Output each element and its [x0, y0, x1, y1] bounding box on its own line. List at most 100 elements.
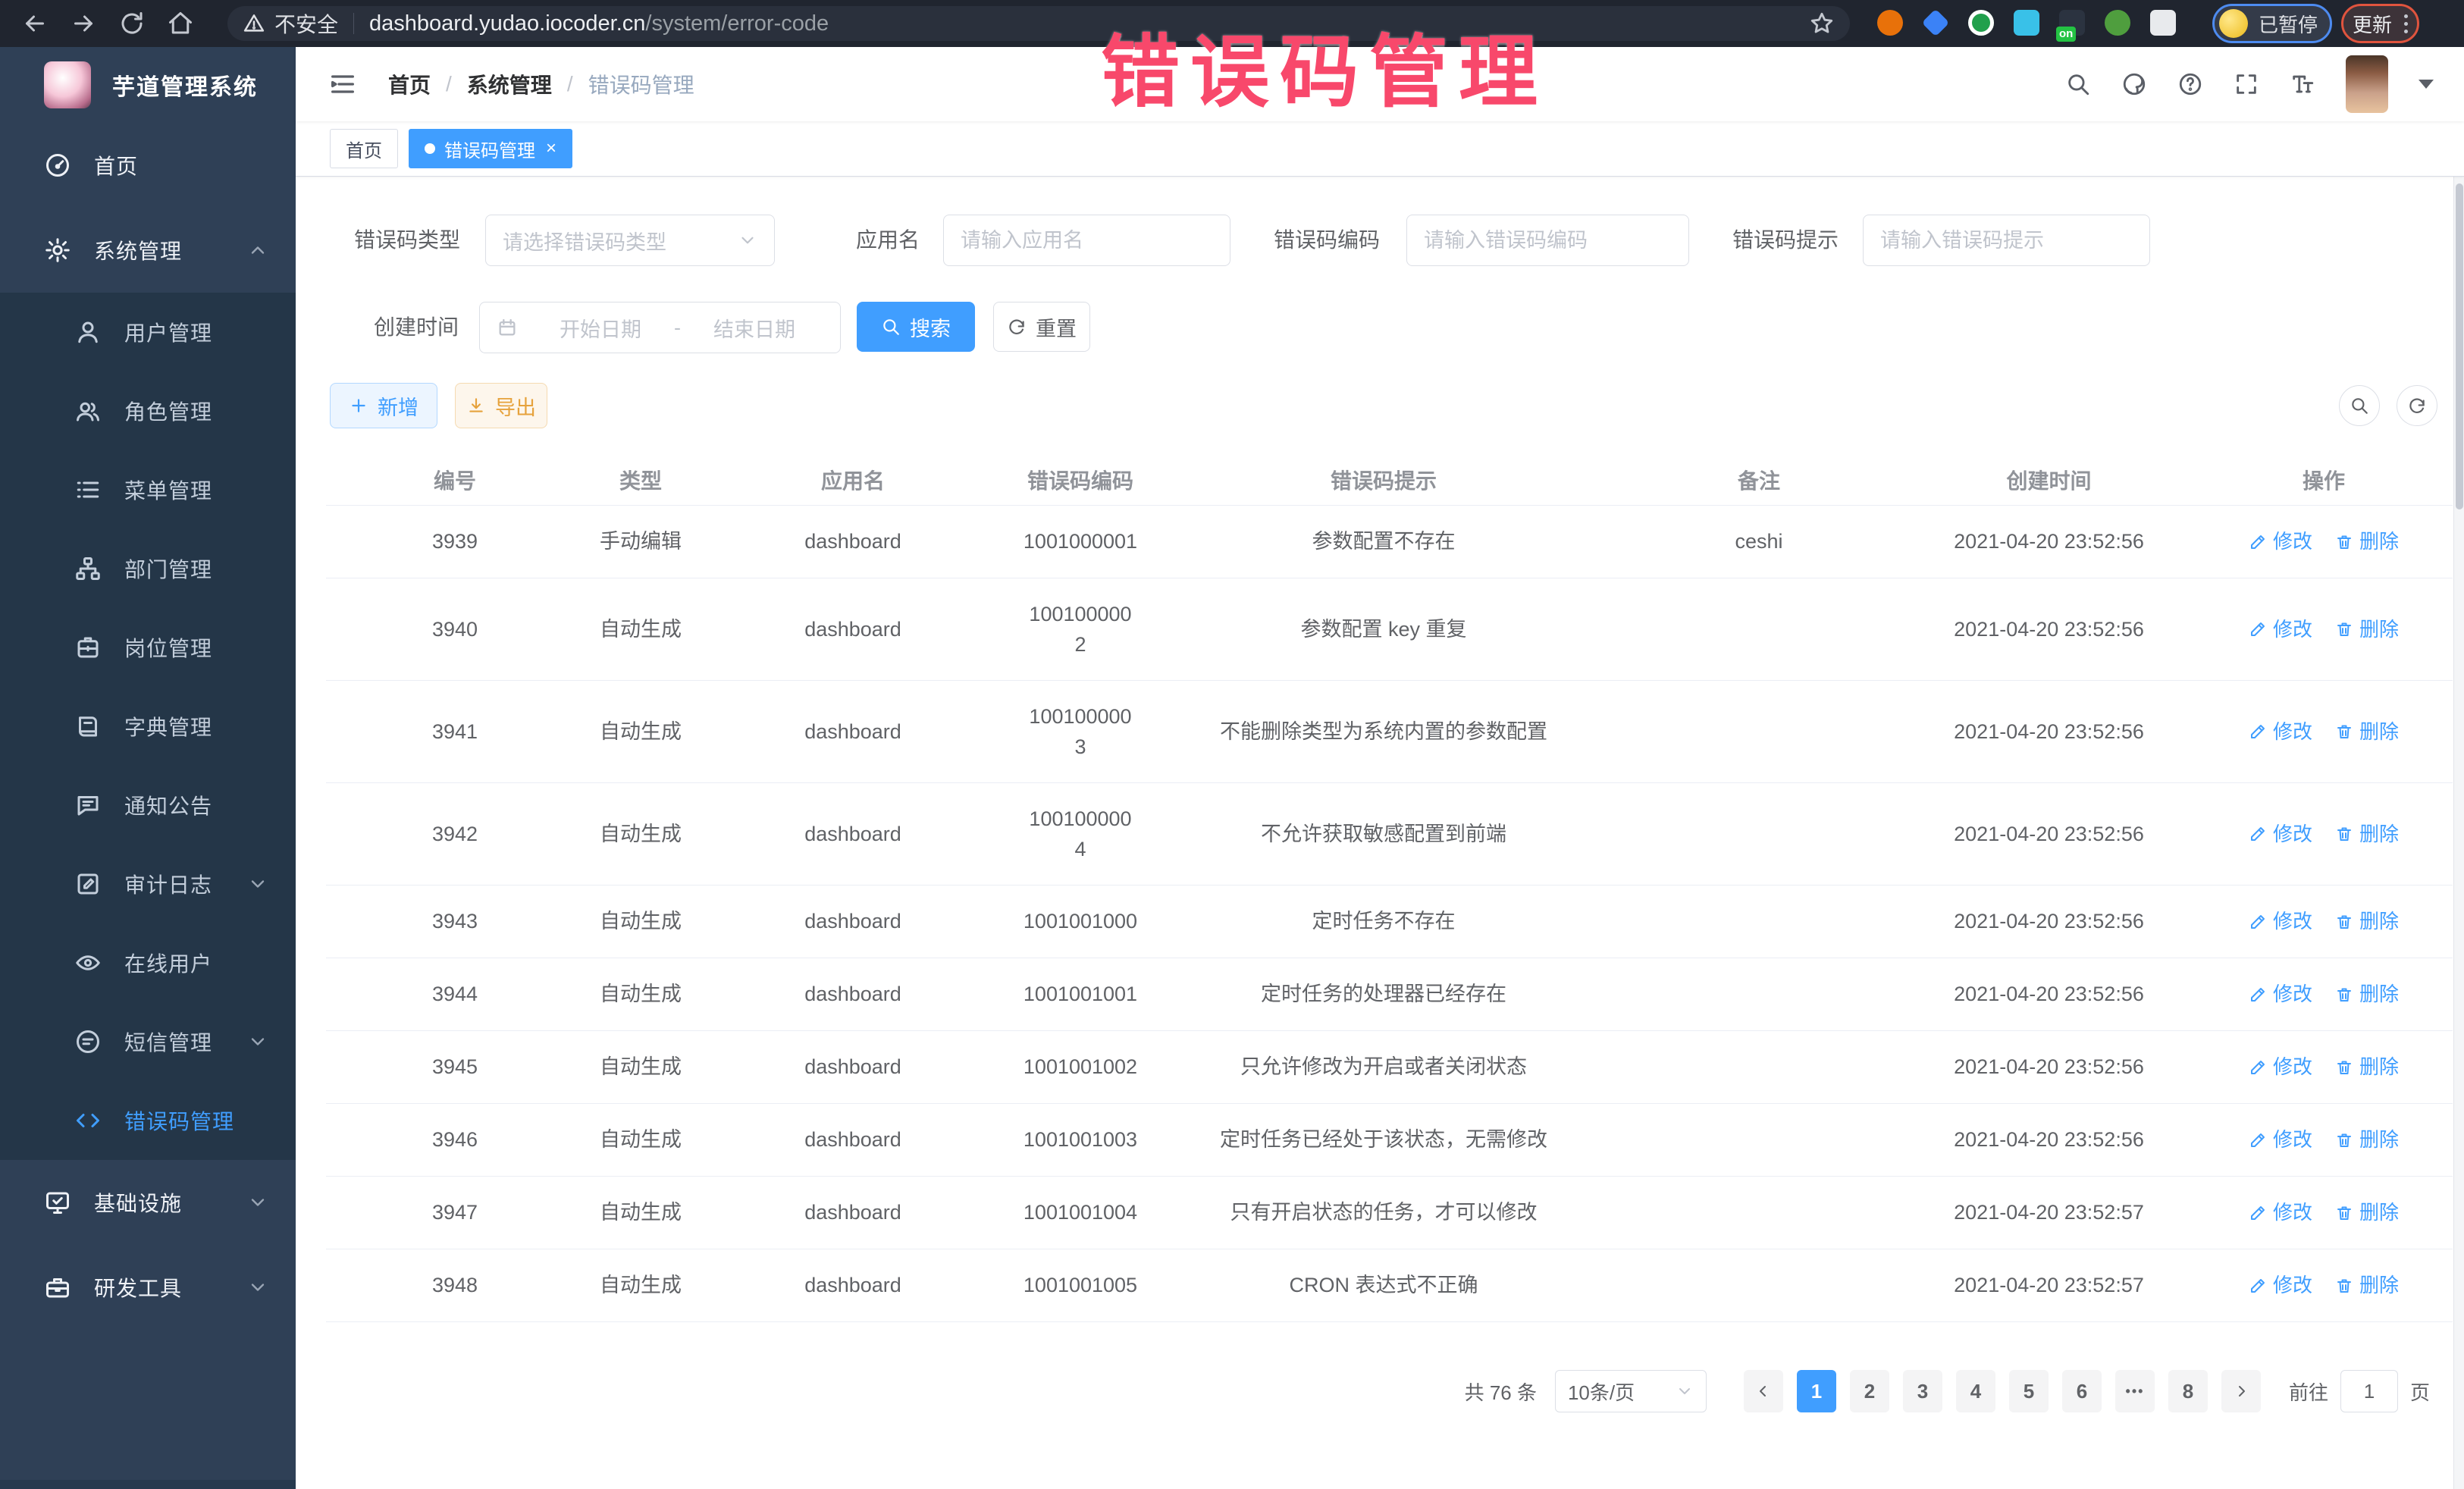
cell-remark	[1615, 914, 1903, 929]
edit-link[interactable]: 修改	[2249, 615, 2312, 644]
sidebar-item-online-user[interactable]: 在线用户	[0, 923, 296, 1002]
page-size-select[interactable]: 10条/页	[1555, 1370, 1707, 1412]
more-pages-button[interactable]: •••	[2115, 1370, 2155, 1412]
address-bar[interactable]: 不安全 dashboard.yudao.iocoder.cn/system/er…	[227, 6, 1850, 41]
github-icon[interactable]	[2121, 71, 2147, 97]
search-icon[interactable]	[2065, 71, 2091, 97]
sidebar-item-user[interactable]: 用户管理	[0, 293, 296, 371]
scrollbar-thumb[interactable]	[2456, 183, 2463, 509]
delete-link[interactable]: 删除	[2335, 717, 2399, 747]
extension-on-badge-icon[interactable]: on	[2059, 10, 2085, 36]
caret-down-icon[interactable]	[2419, 80, 2434, 89]
add-button[interactable]: 新增	[330, 383, 437, 428]
cell-code: 1001001003	[1008, 1117, 1152, 1163]
column-header: 编号	[326, 465, 584, 495]
search-button[interactable]: 搜索	[857, 302, 975, 352]
breadcrumb-system[interactable]: 系统管理	[467, 69, 552, 99]
update-button[interactable]: 更新	[2341, 4, 2419, 43]
error-type-select[interactable]: 请选择错误码类型	[485, 215, 775, 266]
delete-link[interactable]: 删除	[2335, 980, 2399, 1009]
sidebar-item-sms[interactable]: 短信管理	[0, 1002, 296, 1081]
extension-orange-icon[interactable]	[1877, 10, 1903, 36]
font-size-icon[interactable]	[2290, 71, 2315, 97]
next-page-button[interactable]	[2221, 1370, 2261, 1412]
page-scrollbar[interactable]	[2453, 47, 2464, 1489]
extension-puzzle-icon[interactable]	[2150, 10, 2176, 36]
hamburger-icon[interactable]	[328, 69, 358, 99]
sidebar-item-infra[interactable]: 基础设施	[0, 1160, 296, 1245]
help-icon[interactable]	[2177, 71, 2203, 97]
edit-link[interactable]: 修改	[2249, 717, 2312, 747]
sidebar-item-menu[interactable]: 菜单管理	[0, 450, 296, 529]
forward-icon[interactable]	[70, 10, 97, 37]
goto-label: 前往	[2289, 1378, 2328, 1406]
delete-link[interactable]: 删除	[2335, 820, 2399, 849]
edit-link[interactable]: 修改	[2249, 527, 2312, 556]
delete-link[interactable]: 删除	[2335, 527, 2399, 556]
cell-hint: 只有开启状态的任务，才可以修改	[1152, 1190, 1615, 1236]
breadcrumb-current: 错误码管理	[588, 69, 694, 99]
sidebar-item-audit-log[interactable]: 审计日志	[0, 845, 296, 923]
extension-gem-icon[interactable]	[1922, 9, 1950, 37]
sidebar-item-post[interactable]: 岗位管理	[0, 608, 296, 687]
delete-link[interactable]: 删除	[2335, 1271, 2399, 1300]
delete-link[interactable]: 删除	[2335, 1198, 2399, 1227]
page-button-1[interactable]: 1	[1797, 1370, 1836, 1412]
delete-link[interactable]: 删除	[2335, 1125, 2399, 1155]
logo-row[interactable]: 芋道管理系统	[0, 47, 296, 123]
extension-green-icon[interactable]	[1968, 10, 1994, 36]
error-code-input[interactable]	[1406, 215, 1689, 266]
date-range-picker[interactable]: 开始日期 - 结束日期	[479, 302, 841, 353]
reset-button[interactable]: 重置	[993, 302, 1090, 352]
extension-grid-icon[interactable]	[2014, 10, 2039, 36]
create-time-label: 创建时间	[309, 302, 459, 353]
export-button[interactable]: 导出	[455, 383, 547, 428]
app-name-input[interactable]	[943, 215, 1230, 266]
url-host: dashboard.yudao.iocoder.cn	[369, 11, 645, 36]
delete-link[interactable]: 删除	[2335, 615, 2399, 644]
back-icon[interactable]	[21, 10, 49, 37]
extension-bot-icon[interactable]	[2105, 10, 2130, 36]
close-tag-icon[interactable]: ×	[546, 139, 556, 158]
fullscreen-icon[interactable]	[2234, 71, 2259, 97]
page-button-4[interactable]: 4	[1956, 1370, 1995, 1412]
edit-link[interactable]: 修改	[2249, 907, 2312, 936]
sidebar-item-system[interactable]: 系统管理	[0, 208, 296, 293]
sidebar-item-devtools[interactable]: 研发工具	[0, 1245, 296, 1330]
edit-link[interactable]: 修改	[2249, 1052, 2312, 1082]
edit-link[interactable]: 修改	[2249, 1125, 2312, 1155]
refresh-table-button[interactable]	[2397, 385, 2437, 426]
profile-badge[interactable]: 已暂停	[2212, 4, 2332, 43]
delete-link[interactable]: 删除	[2335, 907, 2399, 936]
prev-page-button[interactable]	[1744, 1370, 1783, 1412]
page-button-2[interactable]: 2	[1850, 1370, 1889, 1412]
page-button-6[interactable]: 6	[2062, 1370, 2102, 1412]
sidebar-item-dict[interactable]: 字典管理	[0, 687, 296, 766]
tag-error-code[interactable]: 错误码管理 ×	[409, 129, 572, 168]
kebab-menu-icon[interactable]	[2404, 14, 2408, 33]
toggle-search-button[interactable]	[2339, 385, 2380, 426]
bookmark-star-icon[interactable]	[1809, 11, 1835, 36]
home-icon[interactable]	[167, 10, 194, 37]
cell-type: 自动生成	[584, 1117, 698, 1163]
sidebar-item-home[interactable]: 首页	[0, 123, 296, 208]
reload-icon[interactable]	[118, 10, 146, 37]
edit-link[interactable]: 修改	[2249, 820, 2312, 849]
cell-app: dashboard	[698, 1117, 1008, 1163]
delete-link[interactable]: 删除	[2335, 1052, 2399, 1082]
error-hint-input[interactable]	[1863, 215, 2150, 266]
sidebar-item-error-code[interactable]: 错误码管理	[0, 1081, 296, 1160]
tag-home[interactable]: 首页	[330, 129, 398, 168]
page-button-5[interactable]: 5	[2009, 1370, 2049, 1412]
page-button-3[interactable]: 3	[1903, 1370, 1942, 1412]
edit-link[interactable]: 修改	[2249, 1198, 2312, 1227]
edit-link[interactable]: 修改	[2249, 1271, 2312, 1300]
page-button-8[interactable]: 8	[2168, 1370, 2208, 1412]
sidebar-item-role[interactable]: 角色管理	[0, 371, 296, 450]
goto-page-input[interactable]	[2340, 1370, 2398, 1412]
breadcrumb-home[interactable]: 首页	[388, 69, 431, 99]
user-avatar[interactable]	[2346, 55, 2388, 113]
edit-link[interactable]: 修改	[2249, 980, 2312, 1009]
sidebar-item-dept[interactable]: 部门管理	[0, 529, 296, 608]
sidebar-item-notice[interactable]: 通知公告	[0, 766, 296, 845]
